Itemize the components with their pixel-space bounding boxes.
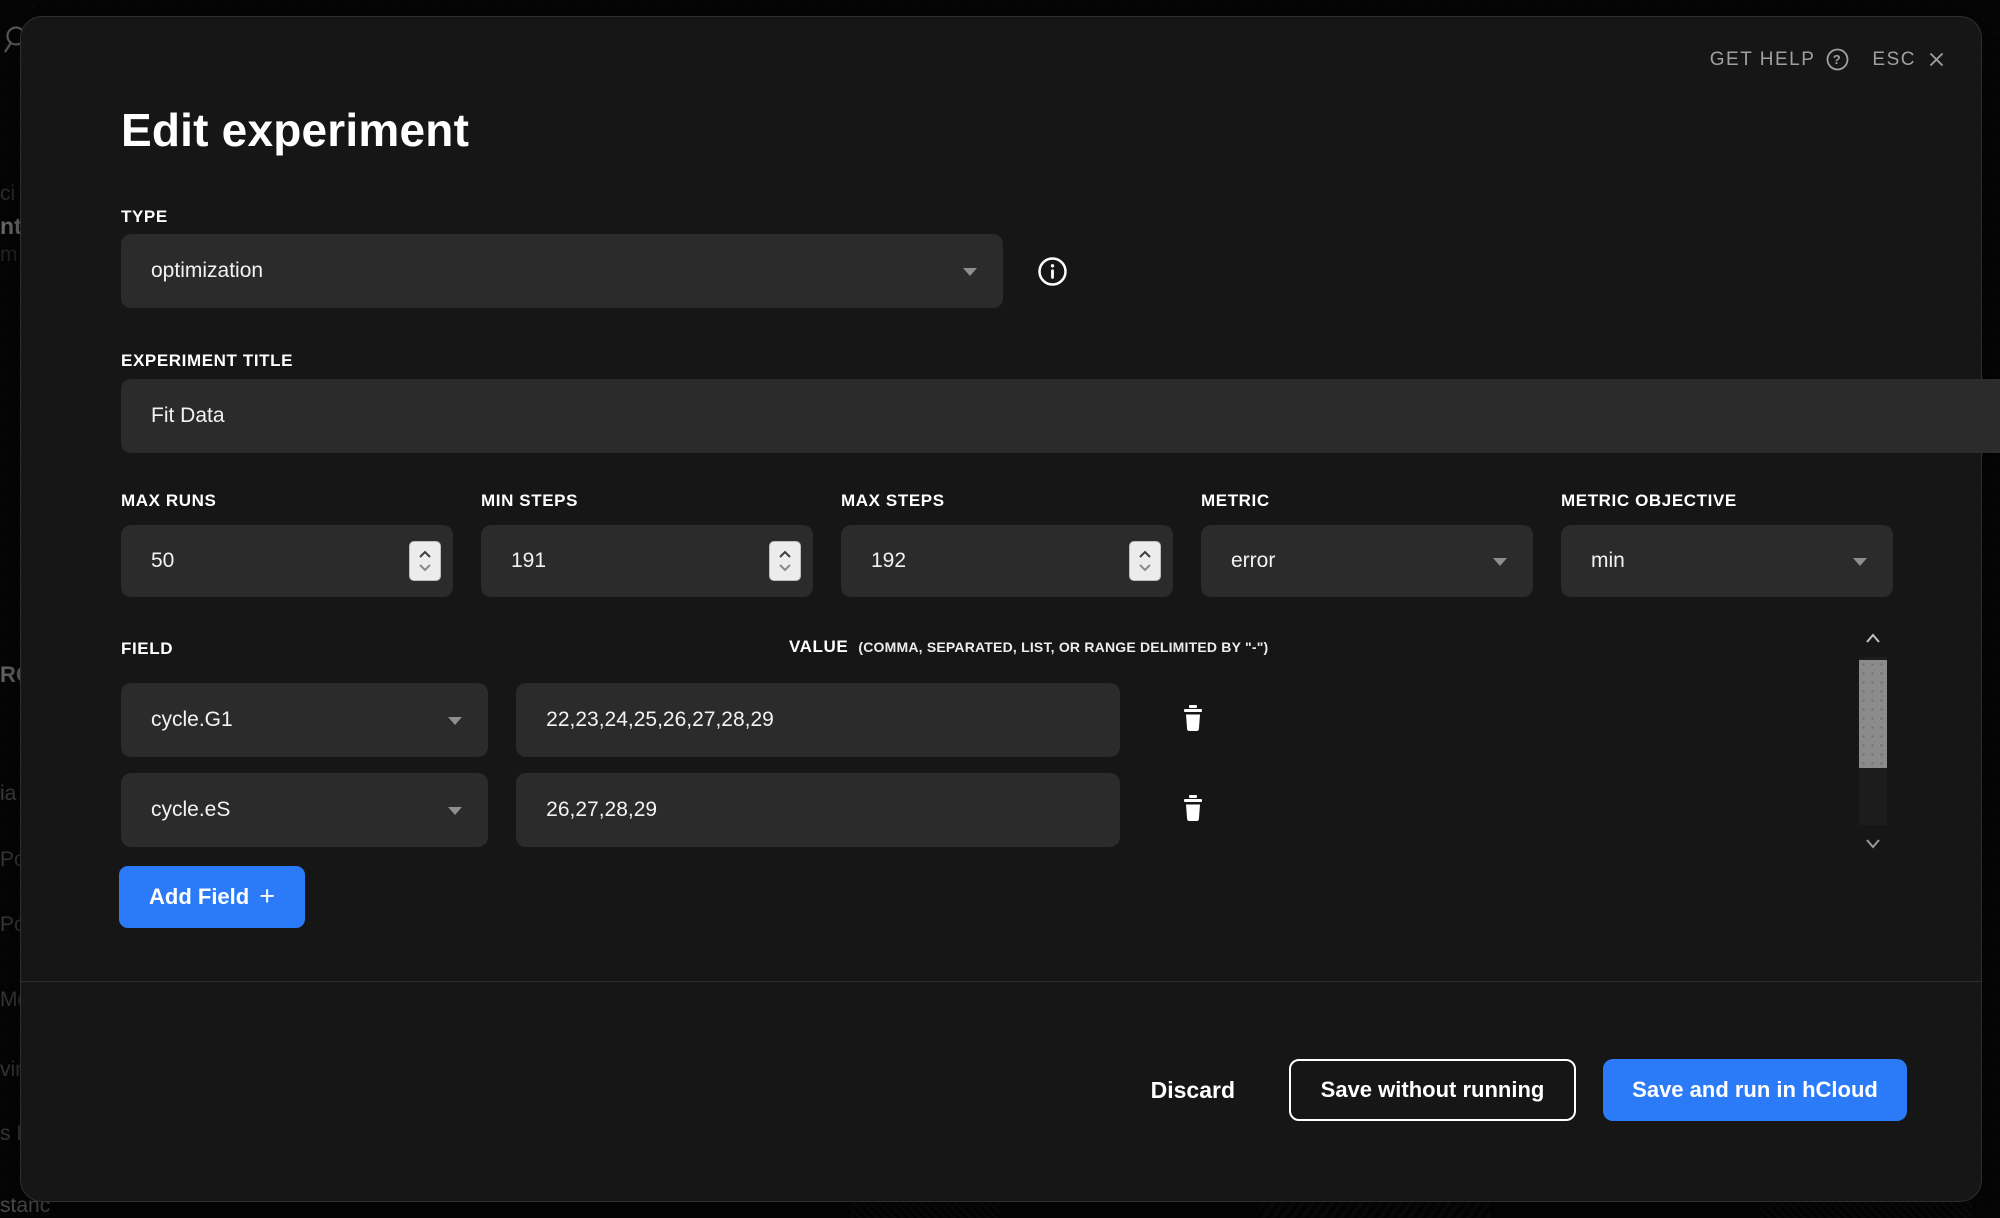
chevron-down-icon	[1853, 558, 1867, 566]
backdrop-text-fragment: m	[0, 243, 18, 267]
max-runs-field: MAX RUNS	[121, 491, 453, 597]
scroll-up-icon[interactable]	[1865, 633, 1881, 644]
metric-label: METRIC	[1201, 491, 1533, 511]
backdrop-plot-texture	[1260, 1202, 1490, 1218]
footer-actions: Discard Save without running Save and ru…	[1151, 1059, 1907, 1121]
delete-field-row-2-button[interactable]	[1178, 791, 1208, 829]
metric-field: METRIC error	[1201, 491, 1533, 597]
metric-objective-label: METRIC OBJECTIVE	[1561, 491, 1893, 511]
max-steps-field: MAX STEPS	[841, 491, 1173, 597]
chevron-down-icon	[1493, 558, 1507, 566]
min-steps-stepper[interactable]	[769, 541, 801, 581]
max-steps-input[interactable]	[841, 525, 1173, 597]
scroll-down-icon[interactable]	[1865, 838, 1881, 849]
esc-label: ESC	[1872, 49, 1916, 71]
add-field-label: Add Field	[149, 884, 249, 910]
svg-text:?: ?	[1833, 52, 1842, 67]
field-row: cycle.eS	[121, 773, 1208, 847]
help-circle-icon: ?	[1825, 47, 1850, 72]
get-help-label: GET HELP	[1710, 49, 1816, 71]
metric-select-value: error	[1231, 549, 1275, 573]
chevron-down-icon	[448, 717, 462, 725]
metric-objective-field: METRIC OBJECTIVE min	[1561, 491, 1893, 597]
min-steps-input[interactable]	[481, 525, 813, 597]
chevron-down-icon	[448, 807, 462, 815]
page-title: Edit experiment	[121, 103, 469, 157]
delete-field-row-1-button[interactable]	[1178, 701, 1208, 739]
params-row: MAX RUNS MIN STEPS	[121, 491, 1893, 597]
add-field-button[interactable]: Add Field +	[119, 866, 305, 928]
metric-select[interactable]: error	[1201, 525, 1533, 597]
trash-icon	[1182, 795, 1204, 822]
value-label-text: VALUE	[789, 637, 848, 657]
backdrop-plot-texture	[1760, 1202, 1972, 1218]
chevron-down-icon	[963, 268, 977, 276]
value-format-hint: (COMMA, SEPARATED, LIST, OR RANGE DELIMI…	[858, 639, 1268, 655]
metric-objective-select[interactable]: min	[1561, 525, 1893, 597]
field-list-scrollbar	[1859, 633, 1887, 849]
experiment-title-input[interactable]	[121, 379, 2000, 453]
field-value-input-2[interactable]	[516, 773, 1120, 847]
discard-button[interactable]: Discard	[1151, 1077, 1235, 1104]
footer-divider	[21, 981, 1981, 982]
stepper-arrows-icon	[418, 548, 432, 574]
field-select-2[interactable]: cycle.eS	[121, 773, 488, 847]
field-value-input-1[interactable]	[516, 683, 1120, 757]
get-help-button[interactable]: GET HELP ?	[1710, 47, 1851, 72]
field-select-2-value: cycle.eS	[151, 798, 230, 822]
value-column-label: VALUE (COMMA, SEPARATED, LIST, OR RANGE …	[789, 637, 1268, 657]
max-runs-label: MAX RUNS	[121, 491, 453, 511]
esc-close-button[interactable]: ESC	[1872, 49, 1947, 71]
trash-icon	[1182, 705, 1204, 732]
field-column-label: FIELD	[121, 639, 173, 659]
backdrop-text-fragment: nt	[0, 213, 22, 240]
field-select-1[interactable]: cycle.G1	[121, 683, 488, 757]
backdrop-text-fragment: ia	[0, 782, 16, 806]
max-runs-stepper[interactable]	[409, 541, 441, 581]
backdrop-text-fragment: ci	[0, 182, 15, 206]
stepper-arrows-icon	[778, 548, 792, 574]
type-info-icon[interactable]	[1037, 256, 1068, 287]
min-steps-label: MIN STEPS	[481, 491, 813, 511]
metric-objective-select-value: min	[1591, 549, 1625, 573]
min-steps-field: MIN STEPS	[481, 491, 813, 597]
save-and-run-button[interactable]: Save and run in hCloud	[1603, 1059, 1907, 1121]
type-select-value: optimization	[151, 259, 263, 283]
close-icon	[1926, 49, 1947, 70]
scrollbar-thumb[interactable]	[1859, 660, 1887, 768]
field-select-1-value: cycle.G1	[151, 708, 233, 732]
experiment-title-label: EXPERIMENT TITLE	[121, 351, 293, 371]
save-without-running-button[interactable]: Save without running	[1289, 1059, 1576, 1121]
stepper-arrows-icon	[1138, 548, 1152, 574]
type-select[interactable]: optimization	[121, 234, 1003, 308]
field-row: cycle.G1	[121, 683, 1208, 757]
type-label: TYPE	[121, 207, 168, 227]
max-steps-label: MAX STEPS	[841, 491, 1173, 511]
backdrop-text-fragment: vir	[0, 1058, 22, 1082]
edit-experiment-modal: GET HELP ? ESC Edit experiment TYPE opti…	[20, 16, 1982, 1202]
screen: ci nt m RO ia Po Po Mo vir s N stanc GET…	[0, 0, 2000, 1218]
max-runs-input[interactable]	[121, 525, 453, 597]
backdrop-plot-texture	[850, 1202, 1000, 1218]
max-steps-stepper[interactable]	[1129, 541, 1161, 581]
modal-topbar: GET HELP ? ESC	[1710, 47, 1947, 72]
